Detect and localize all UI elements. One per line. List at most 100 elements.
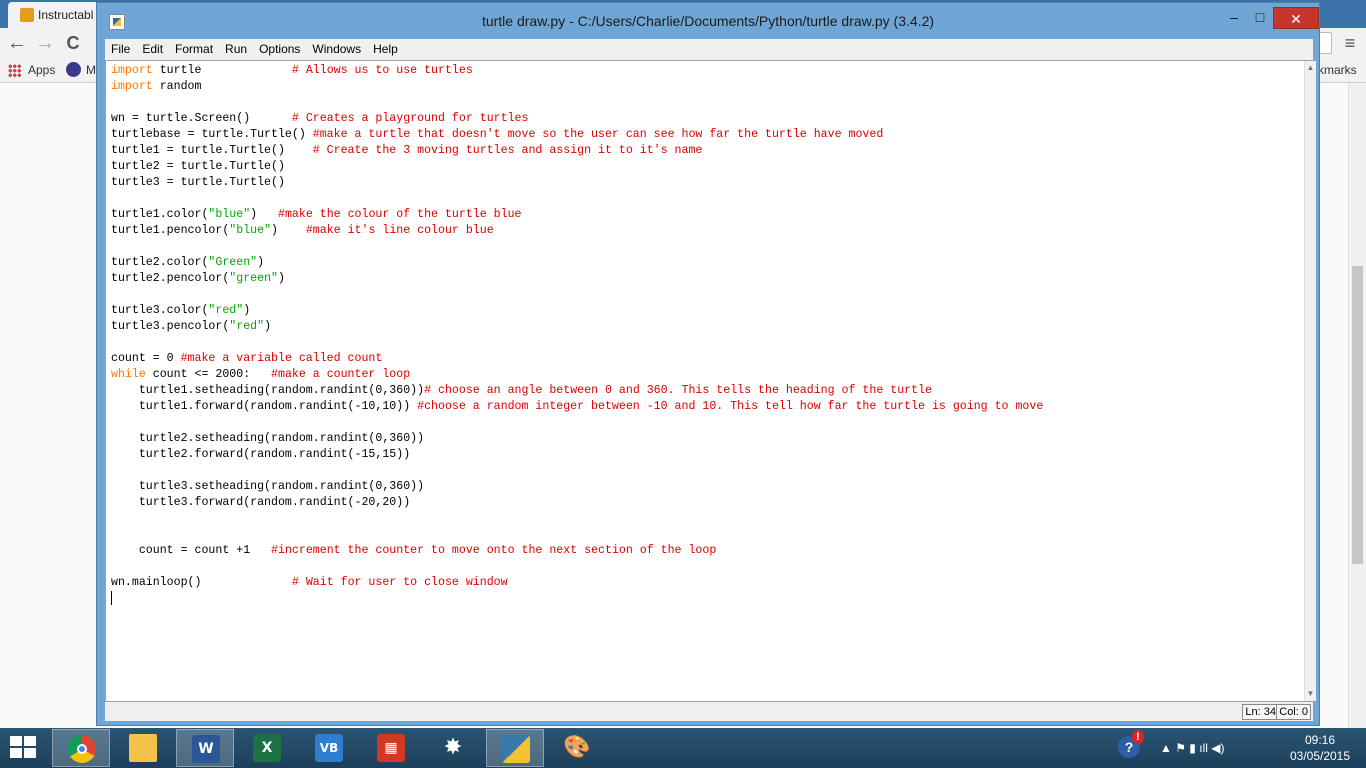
taskbar-excel[interactable]: X — [238, 729, 296, 767]
code-text: wn.mainloop() — [111, 576, 292, 589]
menu-edit[interactable]: Edit — [136, 39, 169, 60]
code-line[interactable]: count = count +1 #increment the counter … — [111, 543, 1291, 559]
red-app-icon: ▦ — [377, 734, 405, 762]
code-line[interactable]: turtle1 = turtle.Turtle() # Create the 3… — [111, 143, 1291, 159]
code-line[interactable]: wn.mainloop() # Wait for user to close w… — [111, 575, 1291, 591]
bookmark-icon[interactable] — [66, 62, 81, 77]
code-line[interactable]: turtle2.pencolor("green") — [111, 271, 1291, 287]
close-button[interactable]: ✕ — [1273, 7, 1319, 29]
taskbar-python-idle[interactable] — [486, 729, 544, 767]
text-cursor — [111, 591, 112, 605]
code-text: turtle1.pencolor( — [111, 224, 230, 237]
code-comment: #make a variable called count — [180, 352, 383, 365]
code-line[interactable]: turtle1.setheading(random.randint(0,360)… — [111, 383, 1291, 399]
code-string: "red" — [208, 304, 244, 317]
code-line[interactable]: turtle1.forward(random.randint(-10,10)) … — [111, 399, 1291, 415]
menu-run[interactable]: Run — [219, 39, 253, 60]
code-text: ) — [264, 320, 272, 333]
code-line[interactable]: turtle3.setheading(random.randint(0,360)… — [111, 479, 1291, 495]
clock[interactable]: 09:16 03/05/2015 — [1282, 732, 1358, 764]
code-line[interactable] — [111, 287, 1291, 303]
forward-button[interactable]: → — [32, 28, 58, 58]
code-line[interactable]: turtle2 = turtle.Turtle() — [111, 159, 1291, 175]
taskbar-chrome[interactable] — [52, 729, 110, 767]
other-bookmarks[interactable]: kmarks — [1318, 63, 1357, 77]
back-button[interactable]: ← — [4, 28, 30, 58]
code-text: ) — [250, 208, 278, 221]
code-text: turtle3 = turtle.Turtle() — [111, 176, 285, 189]
taskbar-visual-basic[interactable]: VB — [300, 729, 358, 767]
menu-options[interactable]: Options — [253, 39, 306, 60]
status-bar: Ln: 34 Col: 0 — [105, 702, 1313, 721]
reload-button[interactable]: C — [60, 28, 86, 58]
code-keyword: import — [111, 64, 153, 77]
code-line[interactable]: turtle2.setheading(random.randint(0,360)… — [111, 431, 1291, 447]
paint-icon: 🎨 — [563, 735, 591, 760]
code-line[interactable] — [111, 591, 1291, 607]
code-line[interactable]: turtle3.forward(random.randint(-20,20)) — [111, 495, 1291, 511]
code-line[interactable] — [111, 527, 1291, 543]
menu-windows[interactable]: Windows — [306, 39, 367, 60]
instructables-favicon-icon — [20, 8, 34, 22]
code-text: count <= 2000: — [145, 368, 272, 381]
code-line[interactable]: turtle2.forward(random.randint(-15,15)) — [111, 447, 1291, 463]
code-line[interactable]: wn = turtle.Screen() # Creates a playgro… — [111, 111, 1291, 127]
code-text: count = 0 — [111, 352, 181, 365]
code-text: turtle3.forward(random.randint(-20,20)) — [111, 496, 411, 509]
code-line[interactable]: count = 0 #make a variable called count — [111, 351, 1291, 367]
code-string: "red" — [229, 320, 265, 333]
code-line[interactable] — [111, 463, 1291, 479]
menu-file[interactable]: File — [105, 39, 136, 60]
taskbar-red-app[interactable]: ▦ — [362, 729, 420, 767]
code-keyword: import — [111, 80, 153, 93]
code-line[interactable]: turtle3 = turtle.Turtle() — [111, 175, 1291, 191]
code-line[interactable]: turtle1.pencolor("blue") #make it's line… — [111, 223, 1291, 239]
menu-help[interactable]: Help — [367, 39, 404, 60]
taskbar-file-explorer[interactable] — [114, 729, 172, 767]
code-line[interactable] — [111, 95, 1291, 111]
window-titlebar[interactable]: turtle draw.py - C:/Users/Charlie/Docume… — [97, 3, 1319, 39]
code-line[interactable] — [111, 415, 1291, 431]
code-line[interactable]: import random — [111, 79, 1291, 95]
code-line[interactable]: turtle3.pencolor("red") — [111, 319, 1291, 335]
action-center-alert-icon[interactable]: ? — [1118, 730, 1144, 758]
apps-grid-icon[interactable] — [8, 64, 21, 77]
apps-bookmark[interactable]: Apps — [28, 63, 55, 77]
browser-scroll-thumb[interactable] — [1352, 266, 1363, 564]
code-line[interactable]: turtle3.color("red") — [111, 303, 1291, 319]
code-string: "blue" — [208, 208, 251, 221]
code-text: ) — [243, 304, 251, 317]
code-line[interactable]: import turtle # Allows us to use turtles — [111, 63, 1291, 79]
code-line[interactable] — [111, 239, 1291, 255]
tray-icons[interactable]: ▲ ⚑ ▮ ıll ◀) — [1160, 728, 1224, 768]
scroll-down-icon[interactable]: ▼ — [1305, 687, 1316, 701]
code-comment: # Wait for user to close window — [291, 576, 508, 589]
taskbar-web-app[interactable]: ✸ — [424, 729, 482, 767]
code-text-area[interactable]: import turtle # Allows us to use turtles… — [111, 61, 1291, 703]
code-line[interactable] — [111, 559, 1291, 575]
taskbar-word[interactable]: W — [176, 729, 234, 767]
code-line[interactable]: turtle1.color("blue") #make the colour o… — [111, 207, 1291, 223]
minimize-button[interactable]: – — [1221, 7, 1247, 29]
code-text: turtle2 = turtle.Turtle() — [111, 160, 285, 173]
word-icon: W — [192, 735, 220, 763]
start-button[interactable] — [10, 736, 38, 760]
code-editor[interactable]: import turtle # Allows us to use turtles… — [105, 60, 1316, 703]
taskbar-paint[interactable]: 🎨 — [548, 729, 606, 767]
editor-scrollbar[interactable]: ▲ ▼ — [1304, 61, 1316, 701]
code-line[interactable]: turtlebase = turtle.Turtle() #make a tur… — [111, 127, 1291, 143]
code-line[interactable]: turtle2.color("Green") — [111, 255, 1291, 271]
browser-tab[interactable]: Instructabl — [8, 2, 104, 28]
browser-menu-icon[interactable]: ≡ — [1340, 32, 1360, 54]
scroll-up-icon[interactable]: ▲ — [1305, 61, 1316, 75]
menu-bar: File Edit Format Run Options Windows Hel… — [105, 39, 1313, 60]
code-line[interactable] — [111, 511, 1291, 527]
code-line[interactable]: while count <= 2000: #make a counter loo… — [111, 367, 1291, 383]
code-text: wn = turtle.Screen() — [111, 112, 292, 125]
maximize-button[interactable]: □ — [1247, 7, 1273, 29]
code-text: turtle — [152, 64, 292, 77]
code-line[interactable] — [111, 335, 1291, 351]
menu-format[interactable]: Format — [169, 39, 219, 60]
bookmark-label[interactable]: M — [86, 63, 96, 77]
code-line[interactable] — [111, 191, 1291, 207]
